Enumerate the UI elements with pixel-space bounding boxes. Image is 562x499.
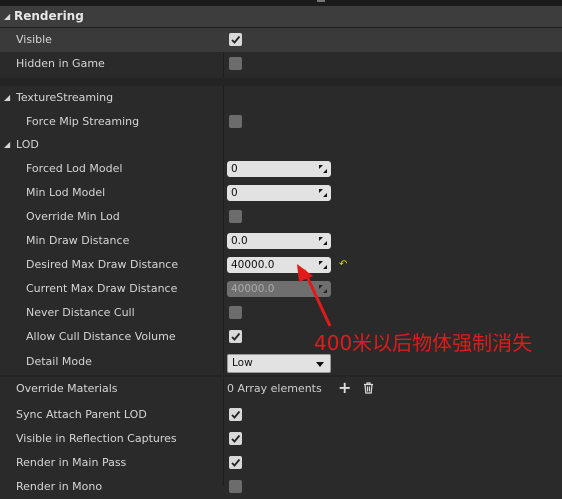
row-hidden-in-game: Hidden in Game (0, 52, 562, 76)
drag-handle-icon[interactable] (319, 189, 327, 197)
checkbox-visible-in-reflection-captures[interactable] (229, 432, 242, 445)
checkbox-visible[interactable] (229, 33, 242, 46)
label-never-distance-cull: Never Distance Cull (26, 306, 135, 319)
checkbox-force-mip-streaming[interactable] (229, 115, 242, 128)
checkbox-sync-attach-parent-lod[interactable] (229, 408, 242, 421)
collapse-triangle-icon[interactable]: ◢ (4, 140, 10, 149)
checkbox-override-min-lod[interactable] (229, 210, 242, 223)
numeric-field-desired-max-draw-distance[interactable]: 40000.0 (227, 257, 331, 273)
numeric-field-min-lod-model[interactable]: 0 (227, 185, 331, 201)
reset-to-default-icon[interactable]: ↶ (339, 259, 347, 270)
checkbox-hidden-in-game[interactable] (229, 57, 242, 70)
row-render-in-main-pass: Render in Main Pass (0, 451, 562, 475)
checkbox-render-in-mono[interactable] (229, 480, 242, 493)
collapse-triangle-icon[interactable]: ◢ (4, 12, 10, 21)
array-count: 0 Array elements (227, 382, 322, 395)
checkmark-icon (231, 332, 241, 341)
row-forced-lod-model: Forced Lod Model 0 (0, 157, 562, 181)
row-never-distance-cull: Never Distance Cull (0, 301, 562, 325)
checkmark-icon (231, 458, 241, 467)
checkmark-icon (231, 35, 241, 44)
collapse-triangle-icon[interactable]: ◢ (4, 93, 10, 102)
row-sync-attach-parent-lod: Sync Attach Parent LOD (0, 403, 562, 427)
section-header-rendering[interactable]: ◢ Rendering (0, 6, 562, 28)
group-label-lod: LOD (16, 138, 39, 151)
row-visible: Visible (0, 28, 562, 52)
label-sync-attach-parent-lod: Sync Attach Parent LOD (16, 408, 147, 421)
row-texture-streaming-group[interactable]: ◢ TextureStreaming (0, 86, 562, 110)
label-visible: Visible (16, 33, 52, 46)
label-forced-lod-model: Forced Lod Model (26, 162, 123, 175)
drag-handle-icon (319, 285, 327, 293)
drag-handle-icon[interactable] (319, 261, 327, 269)
label-detail-mode: Detail Mode (26, 355, 92, 368)
label-hidden-in-game: Hidden in Game (16, 57, 105, 70)
label-override-materials: Override Materials (16, 382, 118, 395)
checkbox-never-distance-cull[interactable] (229, 306, 242, 319)
trash-icon[interactable] (363, 382, 374, 394)
splitter-grip[interactable] (317, 0, 325, 2)
label-desired-max-draw-distance: Desired Max Draw Distance (26, 258, 179, 271)
numeric-value: 0.0 (231, 235, 248, 247)
label-render-in-main-pass: Render in Main Pass (16, 456, 127, 469)
label-allow-cull-distance-volume: Allow Cull Distance Volume (26, 330, 176, 343)
numeric-field-forced-lod-model[interactable]: 0 (227, 161, 331, 177)
row-min-lod-model: Min Lod Model 0 (0, 181, 562, 205)
numeric-value: 40000.0 (231, 283, 275, 295)
row-current-max-draw-distance: Current Max Draw Distance 40000.0 (0, 277, 562, 301)
checkmark-icon (231, 410, 241, 419)
label-override-min-lod: Override Min Lod (26, 210, 120, 223)
numeric-value: 40000.0 (231, 259, 275, 271)
label-current-max-draw-distance: Current Max Draw Distance (26, 282, 178, 295)
group-gap (0, 78, 562, 86)
row-visible-in-reflection-captures: Visible in Reflection Captures (0, 427, 562, 451)
numeric-field-current-max-draw-distance: 40000.0 (227, 281, 331, 297)
checkbox-render-in-main-pass[interactable] (229, 456, 242, 469)
label-force-mip-streaming: Force Mip Streaming (26, 115, 140, 128)
row-override-min-lod: Override Min Lod (0, 205, 562, 229)
row-desired-max-draw-distance: Desired Max Draw Distance 40000.0 ↶ (0, 253, 562, 277)
drag-handle-icon[interactable] (319, 237, 327, 245)
drag-handle-icon[interactable] (319, 165, 327, 173)
plus-icon[interactable]: + (338, 378, 351, 397)
numeric-value: 0 (231, 163, 238, 175)
numeric-value: 0 (231, 187, 238, 199)
row-min-draw-distance: Min Draw Distance 0.0 (0, 229, 562, 253)
label-render-in-mono: Render in Mono (16, 480, 103, 493)
label-visible-in-reflection-captures: Visible in Reflection Captures (16, 432, 177, 445)
checkmark-icon (231, 434, 241, 443)
checkbox-allow-cull-distance-volume[interactable] (229, 330, 242, 343)
group-label-texture-streaming: TextureStreaming (16, 91, 114, 104)
numeric-field-min-draw-distance[interactable]: 0.0 (227, 233, 331, 249)
row-lod-group[interactable]: ◢ LOD (0, 133, 562, 157)
annotation-text: 400米以后物体强制消失 (314, 331, 533, 355)
chevron-down-icon (316, 362, 324, 367)
section-title: Rendering (14, 9, 84, 23)
label-min-lod-model: Min Lod Model (26, 186, 106, 199)
row-render-in-mono: Render in Mono (0, 475, 562, 499)
row-override-materials: Override Materials 0 Array elements + (0, 377, 562, 401)
label-min-draw-distance: Min Draw Distance (26, 234, 130, 247)
dropdown-value: Low (232, 357, 253, 369)
row-force-mip-streaming: Force Mip Streaming (0, 110, 562, 134)
dropdown-detail-mode[interactable]: Low (227, 354, 331, 373)
